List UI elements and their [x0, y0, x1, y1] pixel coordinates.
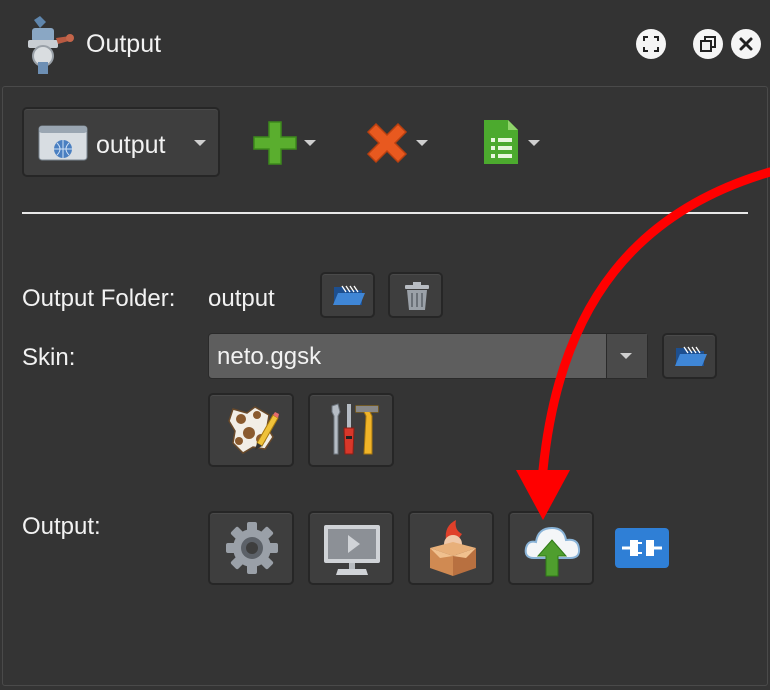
annotation-arrow — [516, 167, 770, 520]
